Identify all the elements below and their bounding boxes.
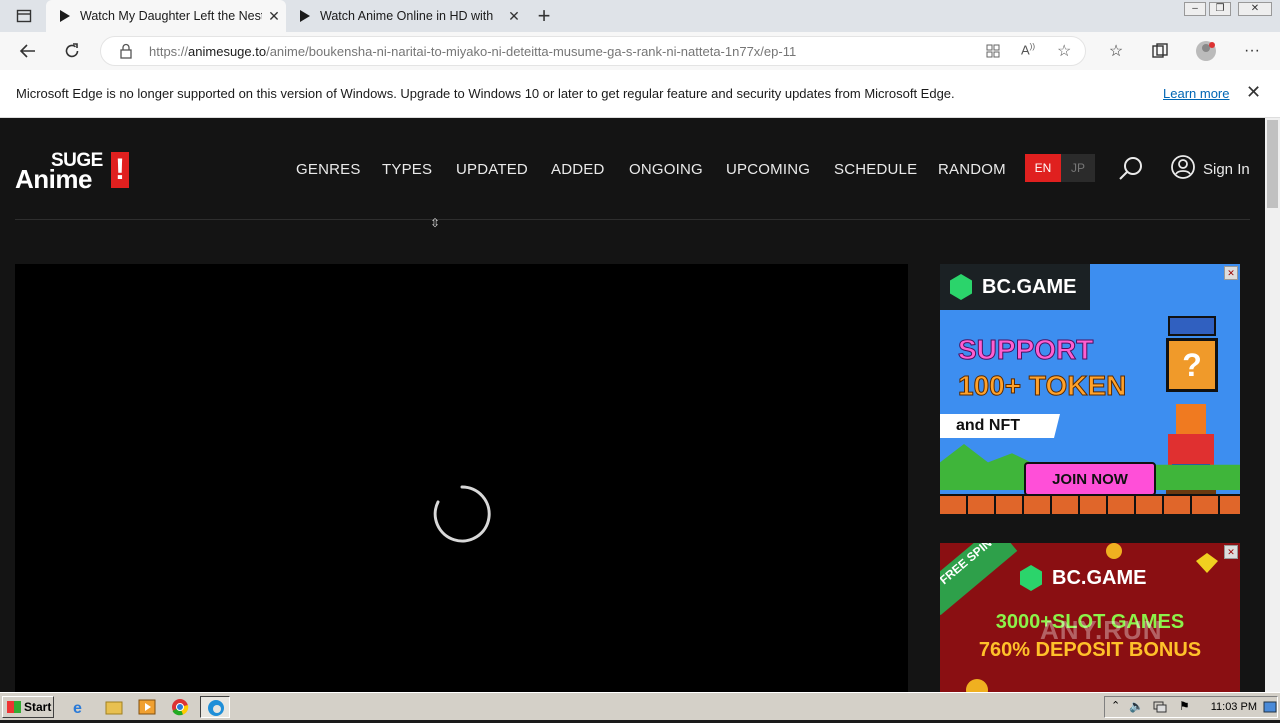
learn-more-link[interactable]: Learn more <box>1163 86 1229 101</box>
ad-join-label: JOIN NOW <box>1052 471 1128 488</box>
lock-icon[interactable] <box>119 43 133 64</box>
refresh-icon[interactable] <box>60 39 84 63</box>
volume-icon[interactable]: 🔈 <box>1129 699 1144 713</box>
restore-icon[interactable]: ❐ <box>1209 2 1231 16</box>
nav-random[interactable]: RANDOM <box>938 161 1006 178</box>
loading-spinner-icon <box>433 485 491 543</box>
browser-tab[interactable]: Watch Anime Online in HD with ✕ <box>286 0 526 32</box>
anyrun-watermark: ANY.RUN <box>1040 615 1163 645</box>
mystery-block-icon: ? <box>1166 316 1218 392</box>
mouse-cursor-icon: ⇳ <box>430 216 441 230</box>
page-content: SUGE Anime ! GENRES TYPES UPDATED ADDED … <box>0 118 1265 692</box>
edge-taskbar-button[interactable] <box>200 696 230 718</box>
svg-text:e: e <box>73 700 82 717</box>
play-icon <box>60 10 70 22</box>
logo-anime-text: Anime <box>15 164 92 194</box>
media-player-icon[interactable] <box>137 697 159 717</box>
more-menu-icon[interactable]: ··· <box>1240 39 1264 63</box>
site-logo[interactable]: SUGE Anime ! <box>15 150 131 194</box>
ad-join-button[interactable]: JOIN NOW <box>1024 462 1156 496</box>
close-tab-icon[interactable]: ✕ <box>262 8 286 25</box>
gem-icon <box>1196 553 1218 573</box>
ad-brand-text: BC.GAME <box>1052 566 1147 589</box>
sign-in-label: Sign In <box>1203 160 1250 178</box>
add-favorite-icon[interactable]: ☆ <box>1057 41 1071 61</box>
favorites-icon[interactable]: ☆ <box>1104 39 1128 63</box>
ad-headline-2: 100+ TOKEN <box>957 370 1127 402</box>
new-tab-icon[interactable]: + <box>532 3 556 28</box>
flag-icon[interactable]: ⚑ <box>1179 699 1190 713</box>
nav-added[interactable]: ADDED <box>551 161 605 178</box>
network-icon[interactable] <box>1153 700 1167 719</box>
start-button[interactable]: Start <box>2 696 54 718</box>
folder-icon[interactable] <box>104 697 126 717</box>
scrollbar-thumb[interactable] <box>1267 120 1278 208</box>
ad-subline-box: and NFT <box>940 414 1060 438</box>
ad-ribbon: FREE SPIN <box>940 543 1018 616</box>
tab-actions-icon[interactable] <box>12 4 36 28</box>
url-text: https://animesuge.to/anime/boukensha-ni-… <box>149 44 797 59</box>
ad-close-icon[interactable]: ✕ <box>1224 266 1238 280</box>
lang-en-button[interactable]: EN <box>1025 154 1061 182</box>
close-window-icon[interactable]: ✕ <box>1238 2 1272 16</box>
ad-banner-bcgame-2[interactable]: FREE SPIN ✕ BC.GAME 3000+SLOT GAMES 760%… <box>940 543 1240 692</box>
ie-icon[interactable]: e <box>70 697 92 717</box>
ad-brand-text: BC.GAME <box>982 275 1077 298</box>
nav-ongoing[interactable]: ONGOING <box>629 161 703 178</box>
ad-banner-bcgame-1[interactable]: BC.GAME ✕ SUPPORT 100+ TOKEN and NFT ? J… <box>940 264 1240 514</box>
browser-toolbar: https://animesuge.to/anime/boukensha-ni-… <box>0 32 1280 70</box>
nav-schedule[interactable]: SCHEDULE <box>834 161 917 178</box>
tab-title: Watch Anime Online in HD with <box>320 9 494 23</box>
logo-bang: ! <box>111 152 129 188</box>
show-desktop-icon[interactable] <box>1263 700 1277 719</box>
start-label: Start <box>24 700 52 714</box>
search-icon[interactable] <box>1118 156 1144 182</box>
coin-icon <box>966 679 988 692</box>
apps-icon[interactable] <box>985 43 1001 64</box>
nav-types[interactable]: TYPES <box>382 161 432 178</box>
profile-avatar[interactable] <box>1194 39 1218 63</box>
tab-title: Watch My Daughter Left the Nest <box>80 9 262 23</box>
minimize-icon[interactable]: – <box>1184 2 1206 16</box>
taskbar: Start e ⌃ 🔈 ⚑ 11:03 PM <box>0 692 1280 720</box>
browser-tab-active[interactable]: Watch My Daughter Left the Nest ✕ <box>46 0 286 32</box>
bcgame-logo-icon <box>1020 565 1042 591</box>
tray-expand-icon[interactable]: ⌃ <box>1111 699 1120 712</box>
lang-jp-button[interactable]: JP <box>1061 154 1095 182</box>
system-tray: ⌃ 🔈 ⚑ 11:03 PM <box>1104 696 1278 718</box>
ad-brand-badge: BC.GAME <box>940 264 1090 310</box>
windows-logo-icon <box>7 701 21 713</box>
video-player[interactable] <box>15 264 908 692</box>
coin-icon <box>1106 543 1122 559</box>
header-divider <box>15 219 1250 220</box>
bcgame-logo-icon <box>950 274 972 300</box>
clock[interactable]: 11:03 PM <box>1211 701 1257 713</box>
nav-genres[interactable]: GENRES <box>296 161 361 178</box>
ad-headline-1: SUPPORT <box>957 334 1094 366</box>
nav-updated[interactable]: UPDATED <box>456 161 528 178</box>
sign-in-button[interactable]: Sign In <box>1171 154 1250 184</box>
user-icon <box>1171 154 1195 184</box>
collections-icon[interactable] <box>1148 39 1172 63</box>
play-icon <box>300 10 310 22</box>
browser-tab-strip: Watch My Daughter Left the Nest ✕ Watch … <box>0 0 1280 32</box>
close-tab-icon[interactable]: ✕ <box>502 8 526 25</box>
ad-subline: and NFT <box>956 417 1020 434</box>
ad-close-icon[interactable]: ✕ <box>1224 545 1238 559</box>
close-infobar-icon[interactable]: ✕ <box>1246 82 1261 103</box>
back-icon[interactable] <box>16 39 40 63</box>
ad-ribbon-text: FREE SPIN <box>940 543 995 588</box>
ad-brick-floor <box>940 494 1240 514</box>
chrome-icon[interactable] <box>170 697 192 717</box>
nav-upcoming[interactable]: UPCOMING <box>726 161 810 178</box>
unsupported-browser-infobar: Microsoft Edge is no longer supported on… <box>0 70 1280 118</box>
read-aloud-icon[interactable]: A)) <box>1021 42 1035 57</box>
infobar-message: Microsoft Edge is no longer supported on… <box>16 86 955 101</box>
address-bar[interactable]: https://animesuge.to/anime/boukensha-ni-… <box>100 36 1086 66</box>
